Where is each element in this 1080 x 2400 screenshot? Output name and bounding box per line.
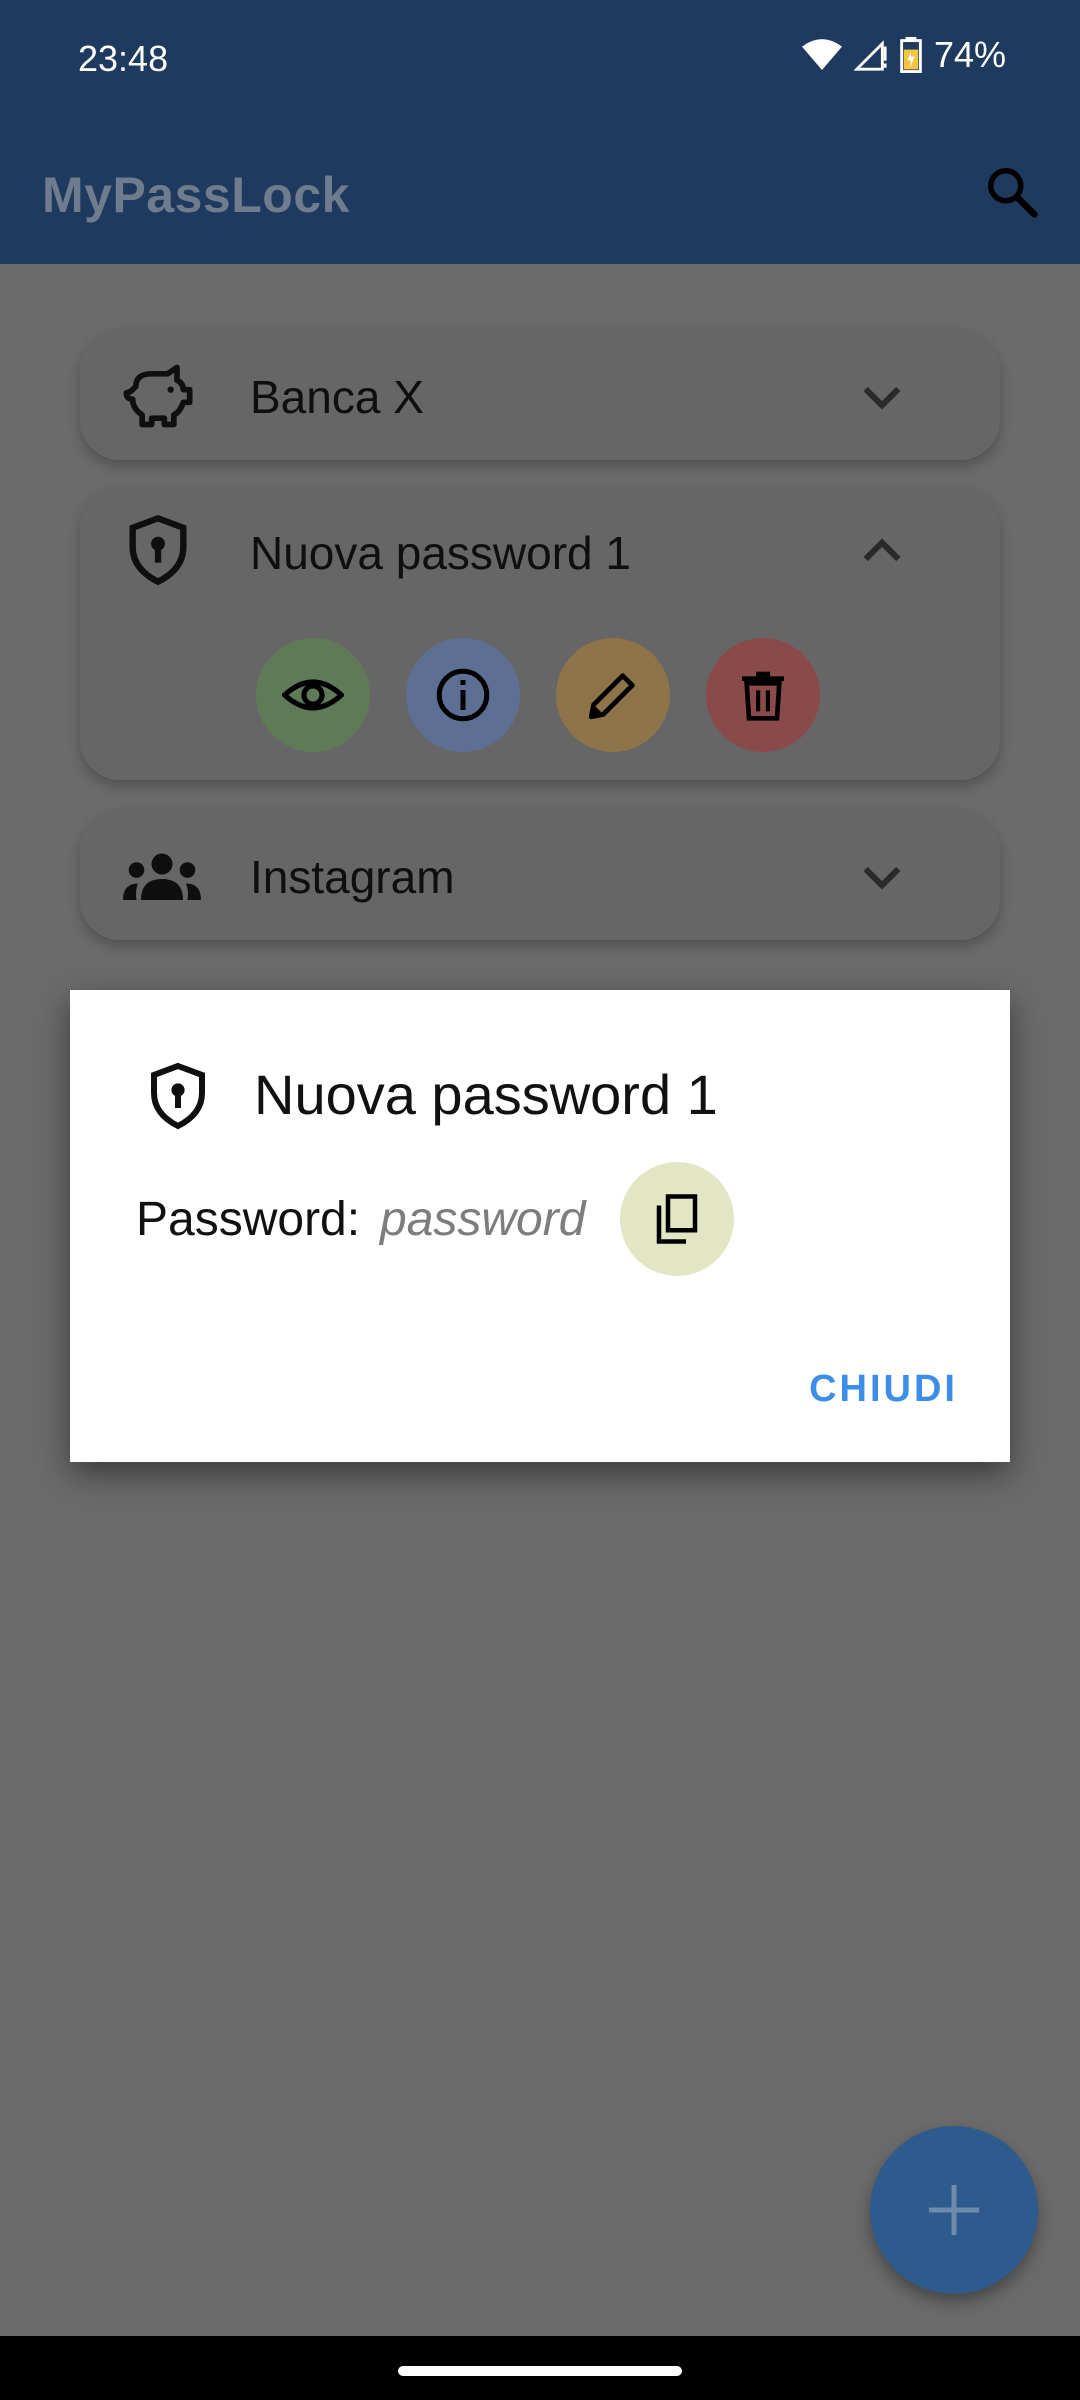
chevron-down-icon[interactable] [854,848,910,904]
battery-icon [900,37,922,73]
home-handle[interactable] [398,2366,682,2376]
piggy-bank-icon [123,364,193,428]
dialog-title: Nuova password 1 [254,1063,718,1126]
shield-lock-icon [129,514,187,586]
card-label: Nuova password 1 [250,527,631,579]
eye-icon [282,679,344,711]
status-icons: 74% [801,34,1006,76]
card-label: Banca X [250,371,424,423]
group-icon [123,853,201,900]
copy-password-button[interactable] [620,1162,734,1276]
list-item-instagram[interactable]: Instagram [80,810,1000,940]
password-label: Password: [136,1193,361,1246]
edit-button[interactable] [556,638,670,752]
info-icon [436,668,490,722]
password-dialog: Nuova password 1 Password: password CHIU… [70,990,1010,1462]
list-item-nuova-password-1[interactable]: Nuova password 1 [80,488,1000,780]
status-bar: 23:48 74% [0,0,1080,118]
close-button[interactable]: CHIUDI [809,1368,958,1411]
password-value: password [380,1193,586,1246]
trash-icon [742,671,784,721]
chevron-up-icon[interactable] [854,524,910,580]
card-actions [256,638,820,752]
navigation-bar [0,2336,1080,2400]
copy-icon [656,1194,698,1244]
view-button[interactable] [256,638,370,752]
pencil-icon [588,673,635,720]
app-title: MyPassLock [42,167,350,223]
plus-icon [929,2185,979,2235]
search-button[interactable] [982,162,1042,222]
shield-lock-icon [151,1062,205,1130]
search-icon [988,168,1038,218]
battery-percent: 74% [933,34,1006,75]
signal-icon [853,40,887,71]
wifi-icon [801,39,842,70]
chevron-down-icon[interactable] [854,368,910,424]
card-label: Instagram [250,851,455,903]
delete-button[interactable] [706,638,820,752]
add-password-button[interactable] [870,2126,1038,2294]
info-button[interactable] [406,638,520,752]
app-bar: MyPassLock [0,118,1080,264]
list-item-banca-x[interactable]: Banca X [80,330,1000,460]
status-time: 23:48 [78,38,169,79]
